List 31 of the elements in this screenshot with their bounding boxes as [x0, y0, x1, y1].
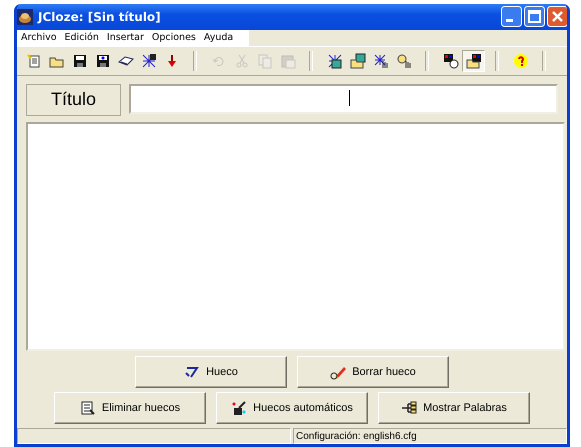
close-button[interactable]: [547, 6, 567, 28]
title-label: Título: [26, 84, 121, 116]
folder-icon: [350, 52, 366, 69]
minimize-button[interactable]: [501, 6, 522, 28]
toolbar-button[interactable]: [462, 50, 485, 72]
auto-gaps-button[interactable]: Huecos automáticos: [216, 392, 368, 424]
list-icon: [80, 400, 96, 416]
remove-gaps-button[interactable]: Eliminar huecos: [54, 392, 206, 424]
gap-button[interactable]: Hueco: [135, 356, 287, 388]
scissors-icon: [234, 52, 250, 69]
title-field[interactable]: [129, 84, 558, 114]
window-title: JCloze: [Sin título]: [38, 10, 162, 24]
menu-item[interactable]: Archivo: [17, 32, 61, 44]
gap-icon: [184, 364, 200, 380]
menu-item[interactable]: Edición: [60, 32, 103, 44]
menu-item[interactable]: Opciones: [148, 32, 200, 44]
show-words-button[interactable]: Mostrar Palabras: [378, 392, 530, 424]
new-document-icon: [26, 52, 42, 69]
tree-icon: [401, 400, 418, 416]
palette-icon: [442, 52, 458, 69]
copy-icon: [256, 52, 272, 69]
menu-item[interactable]: Insertar: [102, 32, 148, 44]
eraser-icon: [330, 364, 346, 380]
paste-icon: [280, 52, 296, 69]
help-icon: [512, 52, 528, 69]
folder-icon: [466, 52, 482, 69]
erase-gap-button[interactable]: Borrar hueco: [297, 356, 449, 388]
menu-item[interactable]: Ayuda: [200, 32, 238, 44]
maximize-button[interactable]: [524, 6, 545, 28]
app-icon: [17, 8, 33, 25]
status-text: Configuración: english6.cfg: [296, 430, 417, 442]
